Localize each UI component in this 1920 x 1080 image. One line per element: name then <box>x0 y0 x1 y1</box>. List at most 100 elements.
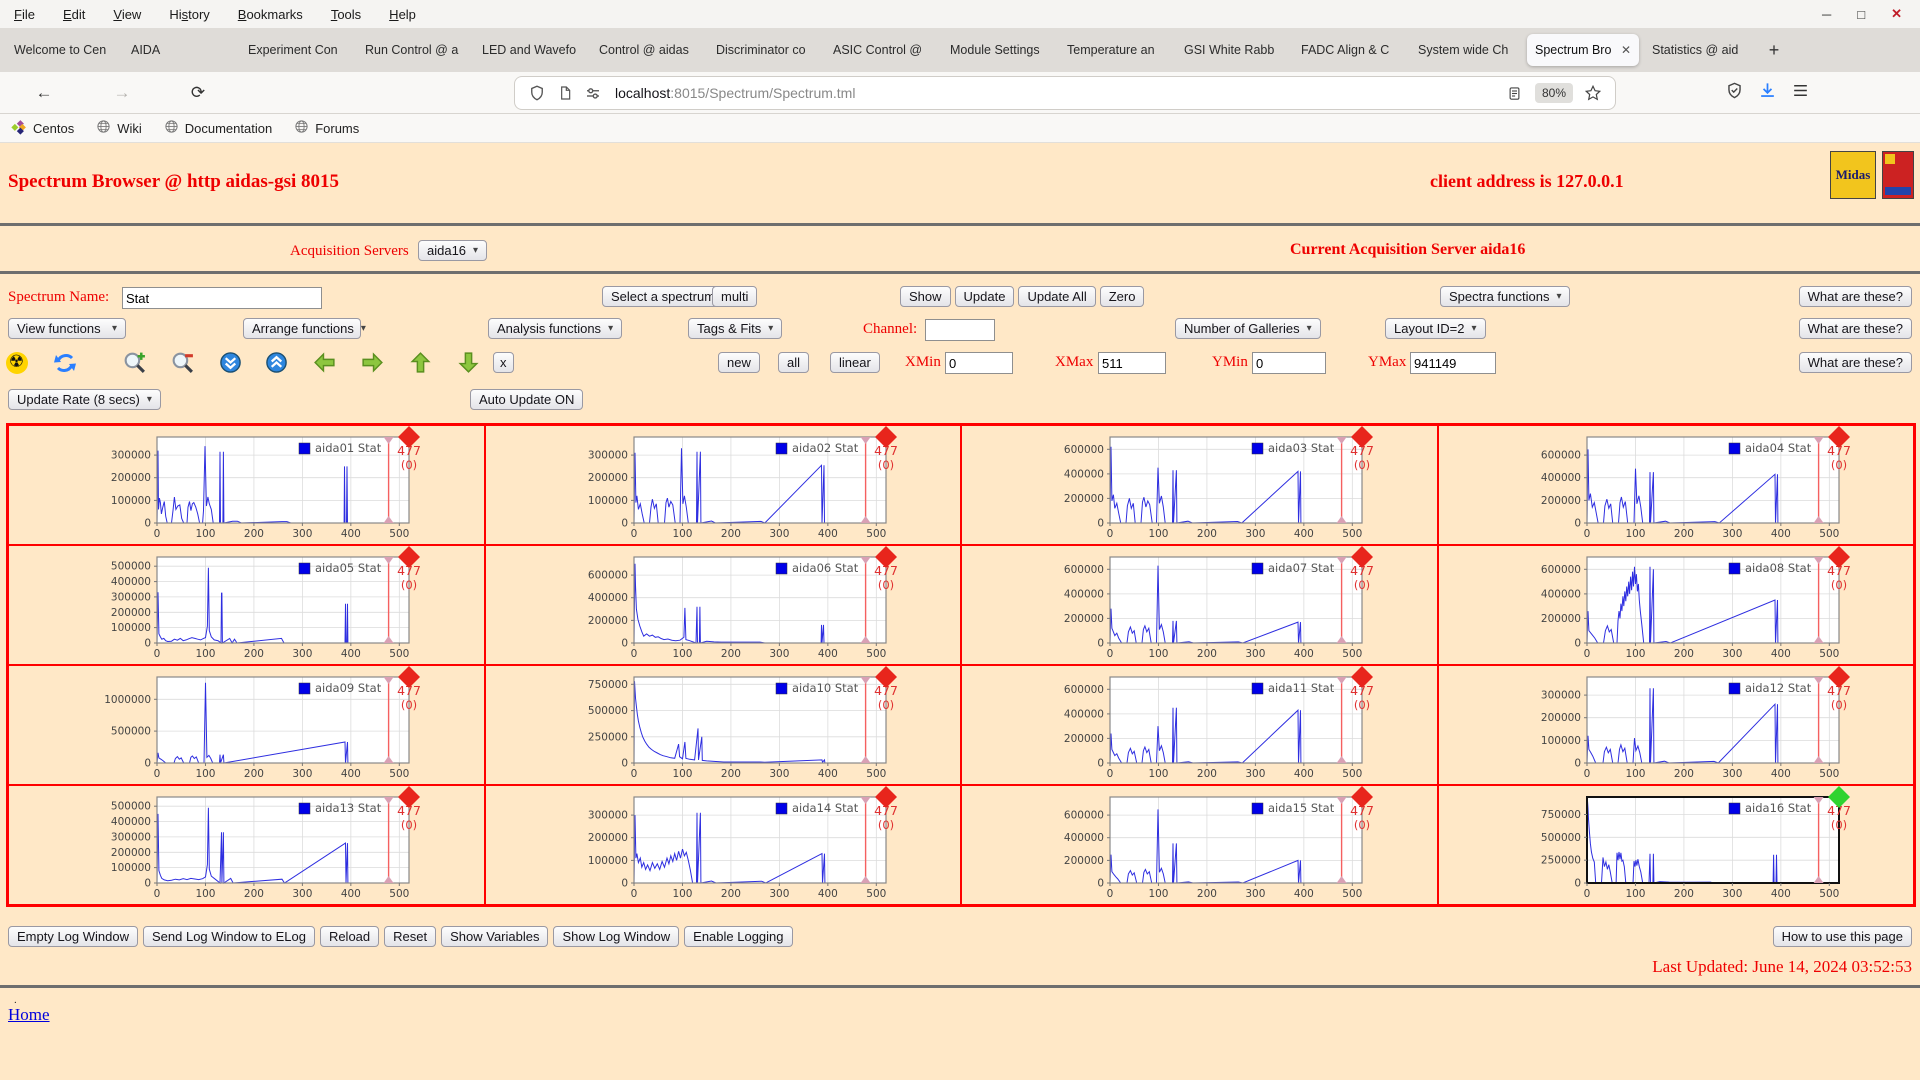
spectrum-chart[interactable]: 0 100 200 300 400 500 0 100000 200000 300000 aida1… <box>572 786 912 903</box>
spectrum-chart[interactable]: 0 100 200 300 400 500 0 200000 400000 600000 aida0… <box>1525 426 1865 543</box>
menu-help[interactable]: Help <box>375 7 430 22</box>
spectrum-cell-aida14[interactable]: 0 100 200 300 400 500 0 100000 200000 300000 aida1… <box>484 785 961 905</box>
minimize-button[interactable]: ─ <box>1822 7 1831 22</box>
menu-edit[interactable]: Edit <box>49 7 99 22</box>
spectrum-cell-aida02[interactable]: 0 100 200 300 400 500 0 100000 200000 300000 aida0… <box>484 425 961 545</box>
radiation-icon[interactable]: ☢ <box>4 350 29 375</box>
show-variables-button[interactable]: Show Variables <box>441 926 549 947</box>
update-rate-select[interactable]: Update Rate (8 secs) ▾ <box>8 389 161 410</box>
spectrum-chart[interactable]: 0 100 200 300 400 500 0 200000 400000 600000 aida0… <box>572 546 912 663</box>
layout-id-select[interactable]: Layout ID=2 ▾ <box>1385 318 1486 339</box>
new-tab-button[interactable]: + <box>1761 37 1787 63</box>
zoom-in-icon[interactable] <box>122 350 147 375</box>
tags-fits-select[interactable]: Tags & Fits ▾ <box>688 318 783 339</box>
what-are-these-button-3[interactable]: What are these? <box>1798 352 1912 373</box>
refresh-icon[interactable] <box>52 350 77 375</box>
number-of-galleries-select[interactable]: Number of Galleries ▾ <box>1175 318 1321 339</box>
spectrum-chart[interactable]: 0 100 200 300 400 500 0 500000 1000000 aida09 Sta… <box>95 666 435 783</box>
spectrum-chart[interactable]: 0 100 200 300 400 500 0 100000 200000 300000 aida0… <box>95 426 435 543</box>
tab-2[interactable]: AIDA <box>123 34 235 66</box>
send-log-window-to-elog-button[interactable]: Send Log Window to ELog <box>143 926 315 947</box>
bookmark-forums[interactable]: Forums <box>294 119 359 137</box>
spectra-functions-select[interactable]: Spectra functions ▾ <box>1440 286 1571 307</box>
reload-icon[interactable]: ⟳ <box>182 77 214 109</box>
show-log-window-button[interactable]: Show Log Window <box>553 926 680 947</box>
enable-logging-button[interactable]: Enable Logging <box>684 926 793 947</box>
what-are-these-button-1[interactable]: What are these? <box>1798 286 1912 307</box>
auto-update-button[interactable]: Auto Update ON <box>470 389 584 410</box>
spectrum-cell-aida11[interactable]: 0 100 200 300 400 500 0 200000 400000 600000 aida1… <box>961 665 1438 785</box>
view-functions-select[interactable]: View functions ▾ <box>8 318 126 339</box>
what-are-these-button-2[interactable]: What are these? <box>1798 318 1912 339</box>
tab-10[interactable]: Temperature an <box>1059 34 1171 66</box>
tab-4[interactable]: Run Control @ a <box>357 34 469 66</box>
analysis-functions-select[interactable]: Analysis functions ▾ <box>488 318 623 339</box>
spectrum-chart[interactable]: 0 100 200 300 400 500 0 200000 400000 600000 aida0… <box>1048 426 1388 543</box>
tab-close-icon[interactable]: ✕ <box>1621 43 1631 57</box>
back-icon[interactable]: ← <box>28 77 60 109</box>
spectrum-cell-aida07[interactable]: 0 100 200 300 400 500 0 200000 400000 600000 aida0… <box>961 545 1438 665</box>
acquisition-server-select[interactable]: aida16 ▾ <box>418 240 488 261</box>
tab-9[interactable]: Module Settings <box>942 34 1054 66</box>
bookmark-star-icon[interactable] <box>1579 81 1607 105</box>
spectrum-chart[interactable]: 0 100 200 300 400 500 0 200000 400000 600000 aida1… <box>1048 786 1388 903</box>
downloads-icon[interactable] <box>1758 81 1777 105</box>
tab-7[interactable]: Discriminator co <box>708 34 820 66</box>
reader-mode-icon[interactable] <box>1501 81 1529 105</box>
xmin-input[interactable] <box>945 352 1013 374</box>
bookmark-centos[interactable]: Centos <box>11 119 74 137</box>
menu-history[interactable]: History <box>155 7 223 22</box>
zoom-out-icon[interactable] <box>170 350 195 375</box>
spectrum-cell-aida09[interactable]: 0 100 200 300 400 500 0 500000 1000000 aida09 Sta… <box>8 665 485 785</box>
update-button[interactable]: Update <box>954 286 1015 307</box>
spectrum-chart[interactable]: 0 100 200 300 400 500 0 100000 200000 300000 40000… <box>95 546 435 663</box>
tab-8[interactable]: ASIC Control @ <box>825 34 937 66</box>
menu-file[interactable]: File <box>0 7 49 22</box>
multi-button[interactable]: multi <box>712 286 758 307</box>
shield-icon[interactable] <box>523 81 551 105</box>
tab-14[interactable]: Spectrum Bro ✕ <box>1527 34 1639 66</box>
new-button[interactable]: new <box>718 352 760 373</box>
menu-tools[interactable]: Tools <box>317 7 375 22</box>
linear-button[interactable]: linear <box>830 352 880 373</box>
scroll-up-icon[interactable] <box>264 350 289 375</box>
zoom-level-badge[interactable]: 80% <box>1534 83 1573 103</box>
tab-3[interactable]: Experiment Con <box>240 34 352 66</box>
spectrum-cell-aida05[interactable]: 0 100 200 300 400 500 0 100000 200000 300000 40000… <box>8 545 485 665</box>
spectrum-chart[interactable]: 0 100 200 300 400 500 0 200000 400000 600000 aida0… <box>1048 546 1388 663</box>
tab-11[interactable]: GSI White Rabb <box>1176 34 1288 66</box>
forward-icon[interactable]: → <box>106 77 138 109</box>
arrow-right-icon[interactable] <box>360 350 385 375</box>
bookmark-documentation[interactable]: Documentation <box>164 119 272 137</box>
spectrum-chart[interactable]: 0 100 200 300 400 500 0 200000 400000 600000 aida0… <box>1525 546 1865 663</box>
menu-view[interactable]: View <box>99 7 155 22</box>
arrow-left-icon[interactable] <box>312 350 337 375</box>
url-bar[interactable]: localhost:8015/Spectrum/Spectrum.tml 80% <box>515 77 1615 109</box>
tab-6[interactable]: Control @ aidas <box>591 34 703 66</box>
ymax-input[interactable] <box>1410 352 1496 374</box>
arrange-functions-select[interactable]: Arrange functions ▾ <box>243 318 366 339</box>
spectrum-cell-aida06[interactable]: 0 100 200 300 400 500 0 200000 400000 600000 aida0… <box>484 545 961 665</box>
spectrum-chart[interactable]: 0 100 200 300 400 500 0 100000 200000 300000 aida0… <box>572 426 912 543</box>
spectrum-chart[interactable]: 0 100 200 300 400 500 0 250000 500000 750000 aida1… <box>572 666 912 783</box>
spectrum-name-input[interactable] <box>122 287 322 309</box>
arrow-up-icon[interactable] <box>408 350 433 375</box>
hamburger-menu-icon[interactable] <box>1791 81 1810 105</box>
menu-bookmarks[interactable]: Bookmarks <box>224 7 317 22</box>
spectrum-cell-aida12[interactable]: 0 100 200 300 400 500 0 100000 200000 300000 aida1… <box>1437 665 1914 785</box>
update-all-button[interactable]: Update All <box>1018 286 1096 307</box>
scroll-down-icon[interactable] <box>218 350 243 375</box>
spectrum-cell-aida10[interactable]: 0 100 200 300 400 500 0 250000 500000 750000 aida1… <box>484 665 961 785</box>
home-link[interactable]: Home <box>8 1005 50 1025</box>
bookmark-wiki[interactable]: Wiki <box>96 119 142 137</box>
empty-log-window-button[interactable]: Empty Log Window <box>8 926 138 947</box>
tab-12[interactable]: FADC Align & C <box>1293 34 1405 66</box>
reload-button[interactable]: Reload <box>319 926 380 947</box>
spectrum-cell-aida03[interactable]: 0 100 200 300 400 500 0 200000 400000 600000 aida0… <box>961 425 1438 545</box>
spectrum-cell-aida15[interactable]: 0 100 200 300 400 500 0 200000 400000 600000 aida1… <box>961 785 1438 905</box>
channel-input[interactable] <box>925 319 995 341</box>
url-text[interactable]: localhost:8015/Spectrum/Spectrum.tml <box>615 85 1501 101</box>
ymin-input[interactable] <box>1252 352 1326 374</box>
tab-15[interactable]: Statistics @ aid <box>1644 34 1756 66</box>
maximize-button[interactable]: □ <box>1857 7 1865 22</box>
